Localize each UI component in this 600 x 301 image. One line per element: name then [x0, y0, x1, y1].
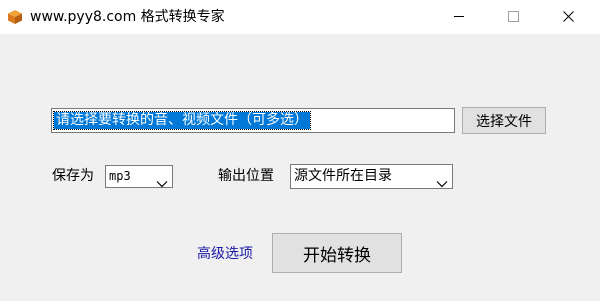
format-select[interactable]: mp3 [105, 165, 173, 188]
maximize-button[interactable] [490, 0, 536, 32]
chevron-down-icon [156, 173, 168, 187]
package-box-icon [7, 9, 23, 25]
minimize-icon [453, 7, 465, 26]
output-location-value: 源文件所在目录 [294, 168, 392, 184]
start-convert-button[interactable]: 开始转换 [272, 233, 402, 273]
close-button[interactable] [545, 0, 591, 32]
output-location-label: 输出位置 [218, 168, 274, 184]
save-as-label: 保存为 [52, 168, 94, 184]
format-select-value: mp3 [109, 169, 131, 183]
file-path-field[interactable]: 请选择要转换的音、视频文件（可多选） [51, 108, 455, 133]
select-file-button[interactable]: 选择文件 [462, 107, 546, 134]
output-location-select[interactable]: 源文件所在目录 [290, 164, 453, 189]
maximize-icon [507, 7, 519, 26]
chevron-down-icon [436, 173, 448, 187]
app-window: www.pyy8.com 格式转换专家 请选择要转换的音、视频文件（可多选） 选… [0, 0, 600, 301]
title-bar[interactable]: www.pyy8.com 格式转换专家 [0, 0, 600, 34]
window-title: www.pyy8.com 格式转换专家 [30, 9, 225, 25]
advanced-options-link[interactable]: 高级选项 [197, 245, 253, 263]
file-path-text: 请选择要转换的音、视频文件（可多选） [53, 111, 311, 130]
minimize-button[interactable] [436, 0, 482, 32]
close-icon [562, 7, 574, 26]
